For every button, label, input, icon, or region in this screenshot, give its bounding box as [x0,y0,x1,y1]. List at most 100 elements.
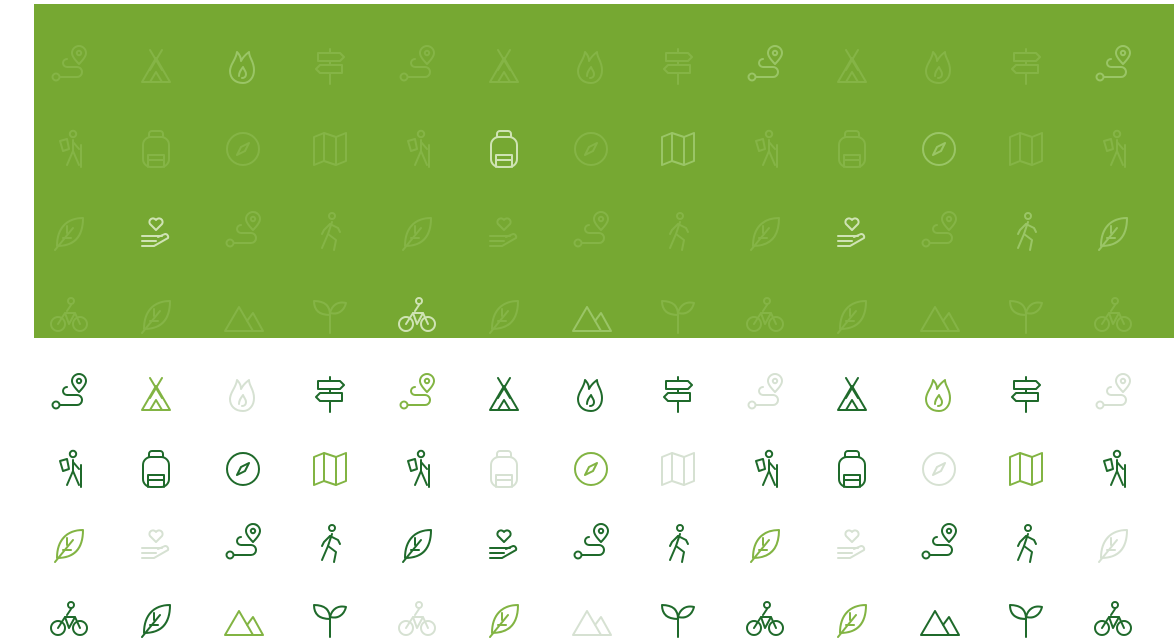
route-icon [1095,45,1131,82]
tent-icon [141,49,171,83]
panel-icon-cell [219,208,267,256]
panel-icon-cell [1002,125,1050,173]
panel-icon-cell [741,125,789,173]
sprout-icon [313,604,347,638]
panel-icon-cell [45,208,93,256]
white-icon-cell [654,595,702,641]
walker-icon [321,212,341,251]
white-icon-cell [567,595,615,641]
panel-icon-cell [306,208,354,256]
panel-icon-cell [306,291,354,339]
bicycle-icon [746,601,784,636]
white-icon-cell [915,595,963,641]
white-icon-cell [393,370,441,418]
white-icon-cell [741,445,789,493]
white-icon-cell [219,520,267,568]
leaf-icon [141,604,171,638]
icon-sheet [0,0,1174,641]
sprout-icon [661,604,695,638]
white-icon-cell [654,520,702,568]
mountain-icon [572,306,612,332]
sprout-icon [1009,300,1043,334]
white-icon-cell [1089,520,1137,568]
white-icon-cell [480,520,528,568]
white-icon-cell [132,595,180,641]
hiker-icon [59,129,82,168]
white-icon-cell [567,445,615,493]
mountain-icon [920,610,960,636]
white-icon-cell [1089,370,1137,418]
compass-icon [226,132,260,166]
panel-icon-cell [132,208,180,256]
white-icon-cell [45,595,93,641]
heart-hand-icon [837,529,866,559]
panel-icon-cell [132,125,180,173]
panel-icon-cell [915,125,963,173]
panel-icon-cell [1089,208,1137,256]
hiker-icon [1103,449,1126,488]
white-icon-cell [45,520,93,568]
white-icon-cell [741,595,789,641]
tent-icon [837,49,867,83]
route-icon [51,45,87,82]
map-icon [661,132,695,166]
panel-icon-cell [219,125,267,173]
bicycle-icon [1094,601,1132,636]
panel-icon-cell [393,42,441,90]
panel-icon-cell [393,291,441,339]
map-icon [1009,132,1043,166]
leaf-icon [1098,529,1128,563]
tent-icon [489,49,519,83]
walker-icon [1017,524,1037,563]
white-icon-cell [306,370,354,418]
campfire-icon [229,51,255,84]
white-icon-cell [915,520,963,568]
panel-icon-cell [393,208,441,256]
map-icon [313,452,347,486]
panel-icon-cell [393,125,441,173]
white-icon-cell [45,445,93,493]
panel-icon-cell [1002,208,1050,256]
panel-icon-cell [828,42,876,90]
panel-icon-cell [132,291,180,339]
map-icon [661,452,695,486]
white-icon-cell [1002,520,1050,568]
white-icon-cell [654,370,702,418]
white-icon-cell [393,445,441,493]
bicycle-icon [50,297,88,332]
panel-icon-cell [654,125,702,173]
panel-icon-cell [480,125,528,173]
compass-icon [922,452,956,486]
route-icon [921,523,957,560]
panel-icon-cell [915,291,963,339]
white-icon-cell [1002,370,1050,418]
panel-icon-cell [219,291,267,339]
white-icon-cell [219,445,267,493]
panel-icon-cell [741,42,789,90]
panel-icon-cell [741,291,789,339]
panel-icon-cell [132,42,180,90]
tent-icon [837,377,867,411]
hiker-icon [407,129,430,168]
panel-icon-cell [306,42,354,90]
panel-icon-cell [567,42,615,90]
white-icon-cell [132,445,180,493]
leaf-icon [1098,217,1128,251]
walker-icon [669,212,689,251]
sprout-icon [661,300,695,334]
signpost-icon [1011,48,1041,85]
white-icon-grid [45,370,1137,641]
route-icon [921,211,957,248]
white-icon-cell [567,520,615,568]
panel-icon-cell [567,291,615,339]
panel-icon-cell [45,42,93,90]
compass-icon [922,132,956,166]
hiker-icon [407,449,430,488]
panel-icon-cell [45,125,93,173]
leaf-icon [837,300,867,334]
white-icon-cell [393,595,441,641]
backpack-icon [838,450,866,488]
backpack-icon [490,130,518,168]
campfire-icon [229,379,255,412]
route-icon [399,45,435,82]
